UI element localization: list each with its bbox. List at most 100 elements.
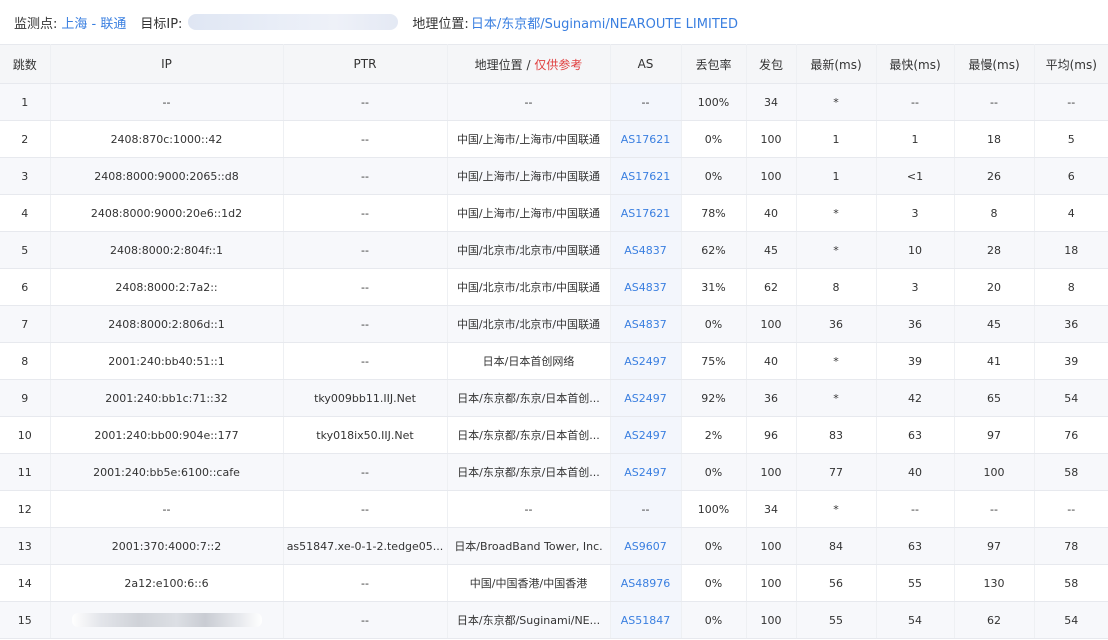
cell-best: 40 bbox=[876, 453, 955, 491]
cell-worst: 20 bbox=[954, 268, 1035, 306]
cell-hop: 10 bbox=[0, 416, 51, 454]
cell-worst: 97 bbox=[954, 527, 1035, 565]
cell-as: AS2497 bbox=[610, 416, 682, 454]
cell-avg: 76 bbox=[1034, 416, 1108, 454]
cell-ip: 2408:8000:2:7a2:: bbox=[50, 268, 284, 306]
as-link: -- bbox=[641, 502, 650, 516]
table-row: 2 2408:870c:1000::42 -- 中国/上海市/上海市/中国联通 AS17… bbox=[0, 120, 1108, 158]
cell-loss: 0% bbox=[681, 120, 747, 158]
cell-last: * bbox=[796, 342, 877, 380]
as-link[interactable]: AS17621 bbox=[621, 207, 671, 220]
traceroute-header: 监测点: 上海 - 联通 目标IP: 地理位置: 日本/东京都/Suginami… bbox=[0, 0, 1108, 44]
cell-best: -- bbox=[876, 490, 955, 528]
cell-hop: 12 bbox=[0, 490, 51, 528]
as-link[interactable]: AS48976 bbox=[621, 577, 671, 590]
cell-loss: 31% bbox=[681, 268, 747, 306]
cell-ptr: -- bbox=[283, 490, 448, 528]
cell-avg: 78 bbox=[1034, 527, 1108, 565]
cell-as: -- bbox=[610, 83, 682, 121]
cell-avg: 8 bbox=[1034, 268, 1108, 306]
cell-best: 63 bbox=[876, 527, 955, 565]
cell-as: AS2497 bbox=[610, 453, 682, 491]
cell-loss: 78% bbox=[681, 194, 747, 232]
cell-avg: 6 bbox=[1034, 157, 1108, 195]
cell-avg: 18 bbox=[1034, 231, 1108, 269]
cell-as: AS9607 bbox=[610, 527, 682, 565]
cell-geo: 中国/北京市/北京市/中国联通 bbox=[447, 268, 611, 306]
cell-avg: -- bbox=[1034, 83, 1108, 121]
monitor-label: 监测点: bbox=[14, 16, 58, 32]
cell-loss: 0% bbox=[681, 601, 747, 639]
col-geo-label: 地理位置 / bbox=[474, 57, 531, 72]
cell-ptr: -- bbox=[283, 194, 448, 232]
traceroute-table: 跳数 IP PTR 地理位置 / 仅供参考 AS 丢包率 发包 最新(ms) 最… bbox=[0, 44, 1108, 639]
as-link[interactable]: AS4837 bbox=[624, 281, 667, 294]
as-link[interactable]: AS17621 bbox=[621, 170, 671, 183]
cell-best: 54 bbox=[876, 601, 955, 639]
cell-last: * bbox=[796, 194, 877, 232]
cell-as: AS17621 bbox=[610, 157, 682, 195]
cell-hop: 4 bbox=[0, 194, 51, 232]
cell-sent: 36 bbox=[746, 379, 797, 417]
cell-loss: 0% bbox=[681, 527, 747, 565]
cell-geo: 日本/东京都/东京/日本首创... bbox=[447, 379, 611, 417]
cell-last: * bbox=[796, 83, 877, 121]
monitor-value[interactable]: 上海 - 联通 bbox=[61, 13, 126, 32]
cell-ip: 2001:240:bb5e:6100::cafe bbox=[50, 453, 284, 491]
table-row: 14 2a12:e100:6::6 -- 中国/中国香港/中国香港 AS48976 0% 1… bbox=[0, 564, 1108, 602]
as-link[interactable]: AS51847 bbox=[621, 614, 671, 627]
as-link[interactable]: AS2497 bbox=[624, 429, 667, 442]
cell-sent: 100 bbox=[746, 564, 797, 602]
as-link[interactable]: AS4837 bbox=[624, 318, 667, 331]
cell-sent: 100 bbox=[746, 305, 797, 343]
geo-value[interactable]: 日本/东京都/Suginami/NEAROUTE LIMITED bbox=[471, 13, 738, 32]
cell-avg: 54 bbox=[1034, 379, 1108, 417]
table-row: 12 -- -- -- -- 100% 34 * -- -- -- bbox=[0, 490, 1108, 528]
cell-hop: 3 bbox=[0, 157, 51, 195]
cell-avg: 5 bbox=[1034, 120, 1108, 158]
cell-geo: 中国/中国香港/中国香港 bbox=[447, 564, 611, 602]
cell-loss: 62% bbox=[681, 231, 747, 269]
col-ip: IP bbox=[50, 44, 284, 84]
cell-best: 55 bbox=[876, 564, 955, 602]
cell-sent: 62 bbox=[746, 268, 797, 306]
cell-worst: 41 bbox=[954, 342, 1035, 380]
col-as: AS bbox=[610, 44, 682, 84]
cell-as: AS4837 bbox=[610, 305, 682, 343]
cell-last: * bbox=[796, 490, 877, 528]
cell-hop: 14 bbox=[0, 564, 51, 602]
as-link[interactable]: AS17621 bbox=[621, 133, 671, 146]
col-hop: 跳数 bbox=[0, 44, 51, 84]
as-link[interactable]: AS9607 bbox=[624, 540, 667, 553]
cell-best: <1 bbox=[876, 157, 955, 195]
cell-avg: 58 bbox=[1034, 564, 1108, 602]
cell-worst: 26 bbox=[954, 157, 1035, 195]
cell-sent: 40 bbox=[746, 194, 797, 232]
cell-best: 10 bbox=[876, 231, 955, 269]
cell-hop: 5 bbox=[0, 231, 51, 269]
cell-last: 55 bbox=[796, 601, 877, 639]
cell-geo: 中国/北京市/北京市/中国联通 bbox=[447, 231, 611, 269]
ip-redacted bbox=[71, 613, 262, 627]
col-worst: 最慢(ms) bbox=[954, 44, 1035, 84]
as-link[interactable]: AS2497 bbox=[624, 392, 667, 405]
cell-sent: 100 bbox=[746, 120, 797, 158]
cell-ptr: -- bbox=[283, 231, 448, 269]
cell-geo: 中国/上海市/上海市/中国联通 bbox=[447, 194, 611, 232]
cell-as: AS2497 bbox=[610, 342, 682, 380]
as-link[interactable]: AS4837 bbox=[624, 244, 667, 257]
cell-last: 36 bbox=[796, 305, 877, 343]
table-header-row: 跳数 IP PTR 地理位置 / 仅供参考 AS 丢包率 发包 最新(ms) 最… bbox=[0, 44, 1108, 84]
as-link[interactable]: AS2497 bbox=[624, 466, 667, 479]
cell-ptr: -- bbox=[283, 453, 448, 491]
cell-hop: 6 bbox=[0, 268, 51, 306]
cell-loss: 0% bbox=[681, 453, 747, 491]
geo-label: 地理位置: bbox=[412, 16, 469, 32]
cell-geo: 日本/东京都/东京/日本首创... bbox=[447, 453, 611, 491]
cell-sent: 34 bbox=[746, 83, 797, 121]
cell-loss: 0% bbox=[681, 564, 747, 602]
table-row: 9 2001:240:bb1c:71::32 tky009bb11.IIJ.Net 日… bbox=[0, 379, 1108, 417]
as-link[interactable]: AS2497 bbox=[624, 355, 667, 368]
cell-worst: 65 bbox=[954, 379, 1035, 417]
cell-loss: 0% bbox=[681, 305, 747, 343]
